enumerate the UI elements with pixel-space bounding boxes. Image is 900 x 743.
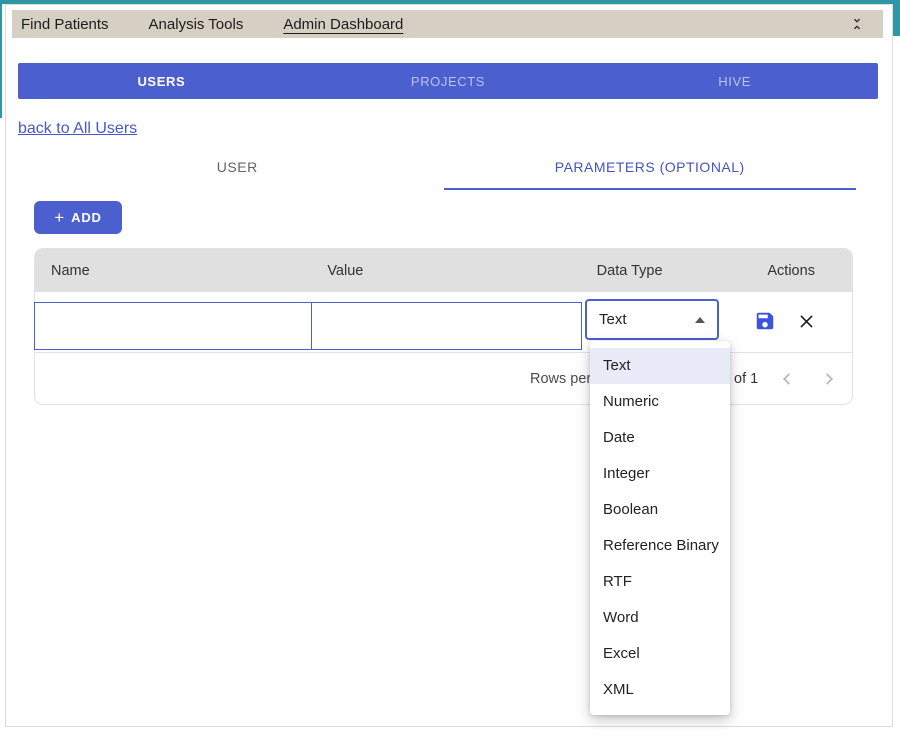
page: Find Patients Analysis Tools Admin Dashb…: [0, 0, 900, 743]
dropdown-option-boolean[interactable]: Boolean: [590, 492, 730, 528]
chevron-right-icon: [818, 368, 840, 390]
collapse-vertical-icon[interactable]: [847, 14, 867, 34]
name-input[interactable]: [34, 302, 312, 350]
back-to-all-users-link[interactable]: back to All Users: [18, 120, 137, 138]
data-type-select[interactable]: Text: [585, 299, 719, 340]
dropdown-option-integer[interactable]: Integer: [590, 456, 730, 492]
dropdown-option-date[interactable]: Date: [590, 420, 730, 456]
cancel-row-button[interactable]: [793, 308, 819, 334]
toolbar-item-analysis-tools[interactable]: Analysis Tools: [149, 16, 244, 33]
user-sub-tabs: USER PARAMETERS (OPTIONAL): [31, 144, 856, 190]
column-header-value: Value: [311, 263, 580, 279]
window-accent-right: [893, 0, 900, 36]
dropdown-option-xml[interactable]: XML: [590, 672, 730, 708]
next-page-button[interactable]: [816, 366, 842, 392]
dropdown-option-text[interactable]: Text: [590, 348, 730, 384]
tab-users[interactable]: USERS: [18, 63, 305, 99]
add-button-label: ADD: [71, 210, 102, 225]
previous-page-button[interactable]: [774, 366, 800, 392]
main-nav-tabs: USERS PROJECTS HIVE: [18, 63, 878, 99]
column-header-data-type: Data Type: [581, 263, 731, 279]
toolbar-item-admin-dashboard[interactable]: Admin Dashboard: [283, 16, 403, 33]
plus-icon: +: [54, 209, 64, 226]
dropdown-option-word[interactable]: Word: [590, 600, 730, 636]
save-row-button[interactable]: [751, 307, 779, 335]
tab-user[interactable]: USER: [31, 144, 444, 190]
column-header-name: Name: [35, 263, 311, 279]
tab-parameters-optional[interactable]: PARAMETERS (OPTIONAL): [444, 144, 857, 190]
dropdown-option-numeric[interactable]: Numeric: [590, 384, 730, 420]
chevron-left-icon: [776, 368, 798, 390]
app-container: Find Patients Analysis Tools Admin Dashb…: [5, 4, 893, 727]
tab-projects[interactable]: PROJECTS: [305, 63, 592, 99]
data-type-selected-value: Text: [599, 311, 627, 328]
chevron-up-icon: [695, 317, 705, 323]
dropdown-option-excel[interactable]: Excel: [590, 636, 730, 672]
save-floppy-icon: [754, 310, 776, 332]
close-x-icon: [797, 312, 816, 331]
column-header-actions: Actions: [730, 263, 852, 279]
pagination-range-label: of 1: [734, 371, 758, 387]
toolbar-item-find-patients[interactable]: Find Patients: [21, 16, 109, 33]
parameters-table: Name Value Data Type Actions Text: [34, 248, 853, 405]
dropdown-option-rtf[interactable]: RTF: [590, 564, 730, 600]
tab-hive[interactable]: HIVE: [591, 63, 878, 99]
add-parameter-button[interactable]: + ADD: [34, 201, 122, 234]
value-input[interactable]: [311, 302, 582, 350]
table-header-row: Name Value Data Type Actions: [35, 249, 852, 292]
data-type-dropdown-menu: Text Numeric Date Integer Boolean Refere…: [590, 341, 730, 715]
dropdown-option-reference-binary[interactable]: Reference Binary: [590, 528, 730, 564]
window-accent-left: [0, 0, 2, 118]
active-tab-indicator: [444, 188, 857, 190]
top-toolbar: Find Patients Analysis Tools Admin Dashb…: [12, 10, 883, 38]
rows-per-page-label: Rows per: [530, 371, 591, 387]
